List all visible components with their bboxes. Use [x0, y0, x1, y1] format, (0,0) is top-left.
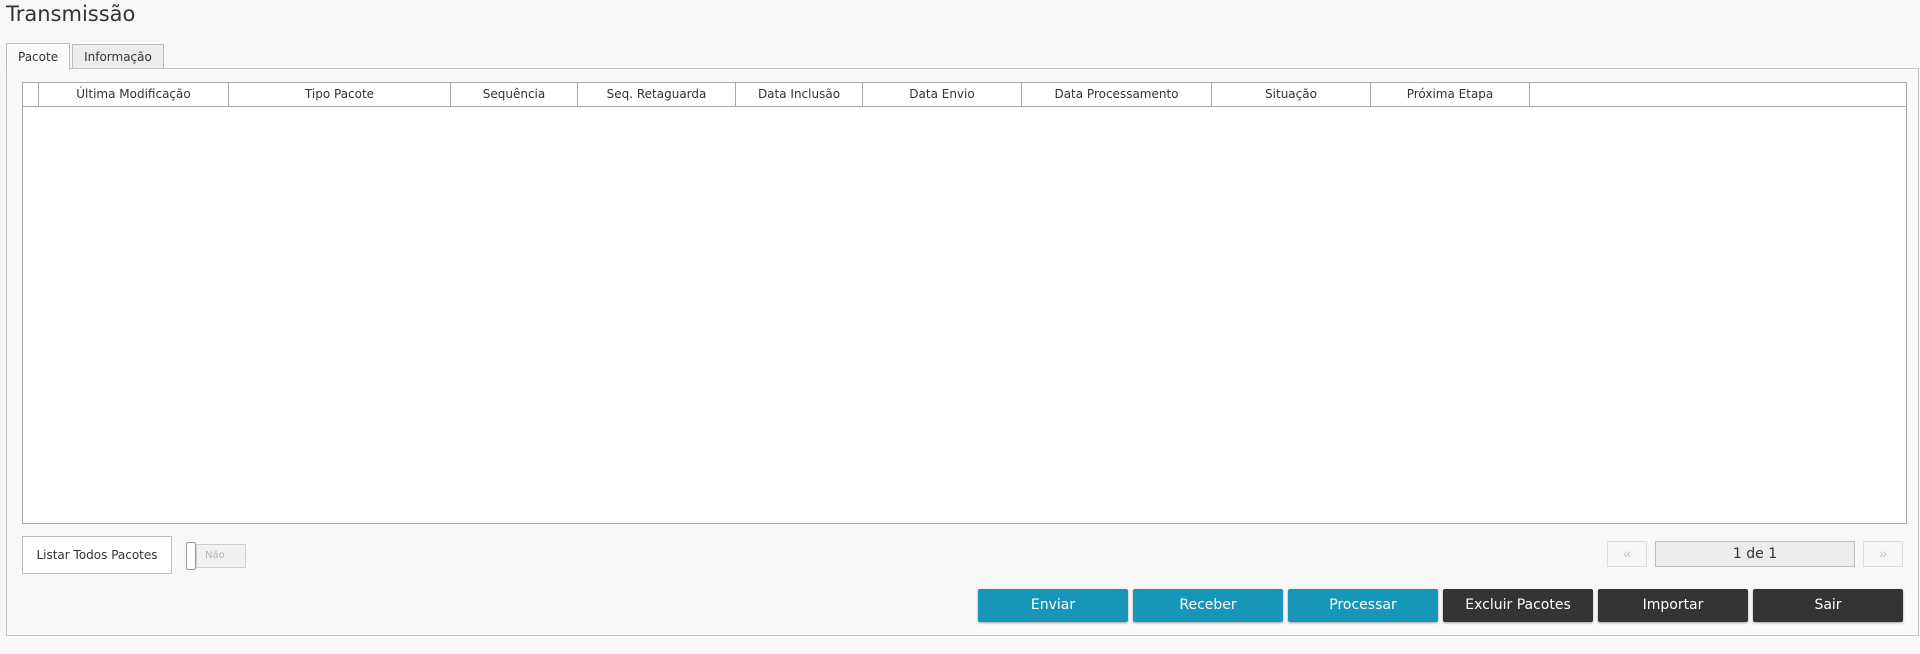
tab-pacote[interactable]: Pacote	[6, 43, 71, 70]
grid-header: Última Modificação Tipo Pacote Sequência…	[23, 83, 1906, 107]
pager: « 1 de 1 »	[1607, 541, 1903, 567]
page-title: Transmissão	[6, 2, 136, 26]
grid-header-data-inclusao[interactable]: Data Inclusão	[736, 83, 863, 106]
grid-header-filler	[1530, 83, 1906, 106]
sair-button[interactable]: Sair	[1753, 589, 1903, 622]
list-all-toggle[interactable]: Não	[186, 542, 246, 570]
grid-header-proxima-etapa[interactable]: Próxima Etapa	[1371, 83, 1530, 106]
excluir-pacotes-button[interactable]: Excluir Pacotes	[1443, 589, 1593, 622]
grid-header-tipo-pacote[interactable]: Tipo Pacote	[229, 83, 451, 106]
grid-header-ultima-modificacao[interactable]: Última Modificação	[39, 83, 229, 106]
enviar-button[interactable]: Enviar	[978, 589, 1128, 622]
pager-page-display: 1 de 1	[1655, 541, 1855, 567]
grid-header-situacao[interactable]: Situação	[1212, 83, 1371, 106]
transmission-page: Transmissão Pacote Informação Última Mod…	[0, 0, 1920, 654]
list-all-packages-button[interactable]: Listar Todos Pacotes	[22, 536, 172, 574]
toggle-knob[interactable]	[186, 542, 196, 570]
tab-panel-pacote: Última Modificação Tipo Pacote Sequência…	[6, 68, 1919, 636]
grid-header-seq-retaguarda[interactable]: Seq. Retaguarda	[578, 83, 736, 106]
tab-bar: Pacote Informação	[6, 42, 166, 70]
grid-header-data-processamento[interactable]: Data Processamento	[1022, 83, 1212, 106]
processar-button[interactable]: Processar	[1288, 589, 1438, 622]
tab-informacao[interactable]: Informação	[72, 44, 164, 69]
receber-button[interactable]: Receber	[1133, 589, 1283, 622]
toggle-value: Não	[196, 544, 246, 568]
grid-header-sequencia[interactable]: Sequência	[451, 83, 578, 106]
pager-prev-icon[interactable]: «	[1607, 541, 1647, 567]
importar-button[interactable]: Importar	[1598, 589, 1748, 622]
packages-grid: Última Modificação Tipo Pacote Sequência…	[22, 82, 1907, 524]
grid-header-data-envio[interactable]: Data Envio	[863, 83, 1022, 106]
action-bar: Enviar Receber Processar Excluir Pacotes…	[973, 589, 1903, 622]
pager-next-icon[interactable]: »	[1863, 541, 1903, 567]
grid-header-selector[interactable]	[23, 83, 39, 106]
list-options: Listar Todos Pacotes Não	[22, 536, 246, 574]
